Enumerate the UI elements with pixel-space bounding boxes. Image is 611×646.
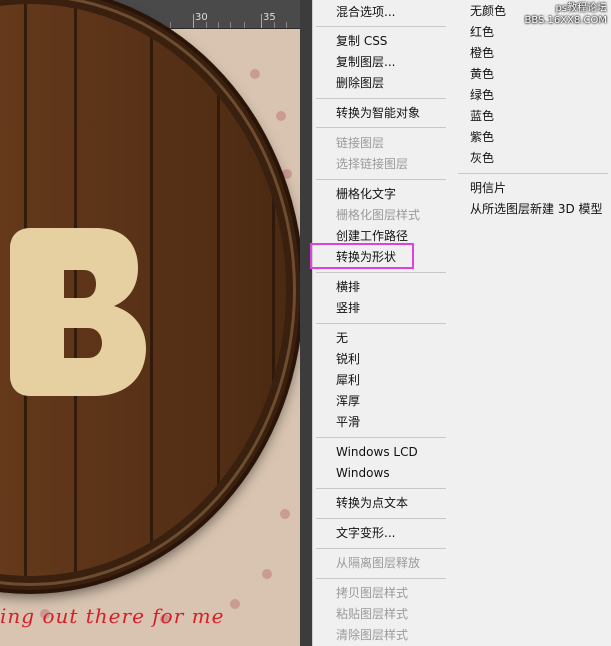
menu-separator <box>316 323 446 324</box>
menu-item-release-isolation: 从隔离图层释放 <box>336 556 421 570</box>
color-item-red[interactable]: 红色 <box>470 23 494 41</box>
menu-item-convert-point-text[interactable]: 转换为点文本 <box>336 494 408 512</box>
menu-item-vertical[interactable]: 竖排 <box>336 299 360 317</box>
menu-item-select-linked-layers: 选择链接图层 <box>336 157 409 171</box>
menu-item-rasterize-layer-style: 栅格化图层样式 <box>336 208 421 222</box>
menu-separator <box>316 548 446 549</box>
menu-item-rasterize-type[interactable]: 栅格化文字 <box>336 185 396 203</box>
menu-item-horizontal[interactable]: 横排 <box>336 278 360 296</box>
menu-item-delete-layer[interactable]: 删除图层 <box>336 74 384 92</box>
menu-separator <box>316 26 446 27</box>
menu-separator <box>316 518 446 519</box>
menu-item-aa-crisp[interactable]: 犀利 <box>336 371 360 389</box>
menu-item-clear-layer-style: 清除图层样式 <box>336 628 409 642</box>
menu-item-link-layers: 链接图层 <box>336 136 385 150</box>
menu-item-aa-strong[interactable]: 浑厚 <box>336 392 360 410</box>
menu-item-blending-options[interactable]: 混合选项... <box>336 3 395 21</box>
menu-separator <box>316 437 446 438</box>
site-watermark: ps教程论坛 BBS.16XX8.COM <box>524 3 607 27</box>
menu-item-aa-sharp[interactable]: 锐利 <box>336 350 360 368</box>
menu-item-windows-lcd[interactable]: Windows LCD <box>336 443 418 461</box>
menu-item-copy-layer-style: 拷贝图层样式 <box>336 586 409 600</box>
menu-item-duplicate-layer[interactable]: 复制图层... <box>336 53 395 71</box>
watermark-line2: BBS.16XX8.COM <box>524 15 607 26</box>
menu-item-paste-layer-style: 粘贴图层样式 <box>336 607 409 621</box>
color-item-blue[interactable]: 蓝色 <box>470 107 494 125</box>
menu-item-convert-to-shape[interactable]: 转换为形状 <box>336 248 396 266</box>
menu-item-aa-none[interactable]: 无 <box>336 329 348 347</box>
color-submenu: 无颜色 红色 橙色 黄色 绿色 蓝色 紫色 灰色 明信片 从所选图层新建 3D … <box>452 0 611 646</box>
menu-separator <box>316 179 446 180</box>
color-item-none[interactable]: 无颜色 <box>470 2 506 20</box>
menu-separator <box>316 98 446 99</box>
layer-context-menu: 混合选项... 复制 CSS 复制图层... 删除图层 转换为智能对象 链接图层… <box>310 0 453 646</box>
menu-item-convert-smart-object[interactable]: 转换为智能对象 <box>336 104 420 122</box>
menu-item-copy-css[interactable]: 复制 CSS <box>336 32 387 50</box>
canvas-scroll-edge <box>300 0 312 646</box>
menu-item-postcard[interactable]: 明信片 <box>470 179 506 197</box>
menu-item-new-3d-model[interactable]: 从所选图层新建 3D 模型 <box>470 200 603 218</box>
color-item-green[interactable]: 绿色 <box>470 86 494 104</box>
color-item-violet[interactable]: 紫色 <box>470 128 494 146</box>
document-canvas[interactable]: 20 25 30 35 <box>0 0 312 646</box>
menu-item-aa-smooth[interactable]: 平滑 <box>336 413 360 431</box>
menu-separator <box>316 488 446 489</box>
menu-separator <box>316 127 446 128</box>
menu-separator <box>458 173 608 174</box>
letter-b-text-layer[interactable]: B <box>10 228 146 396</box>
color-item-yellow[interactable]: 黄色 <box>470 65 494 83</box>
color-item-orange[interactable]: 橙色 <box>470 44 494 62</box>
canvas-script-text: ing out there for me <box>0 604 225 628</box>
menu-item-warp-text[interactable]: 文字变形... <box>336 524 395 542</box>
menu-item-windows[interactable]: Windows <box>336 464 390 482</box>
watermark-line1: ps教程论坛 <box>555 3 607 14</box>
menu-separator <box>316 578 446 579</box>
color-item-gray[interactable]: 灰色 <box>470 149 494 167</box>
menu-separator <box>316 272 446 273</box>
